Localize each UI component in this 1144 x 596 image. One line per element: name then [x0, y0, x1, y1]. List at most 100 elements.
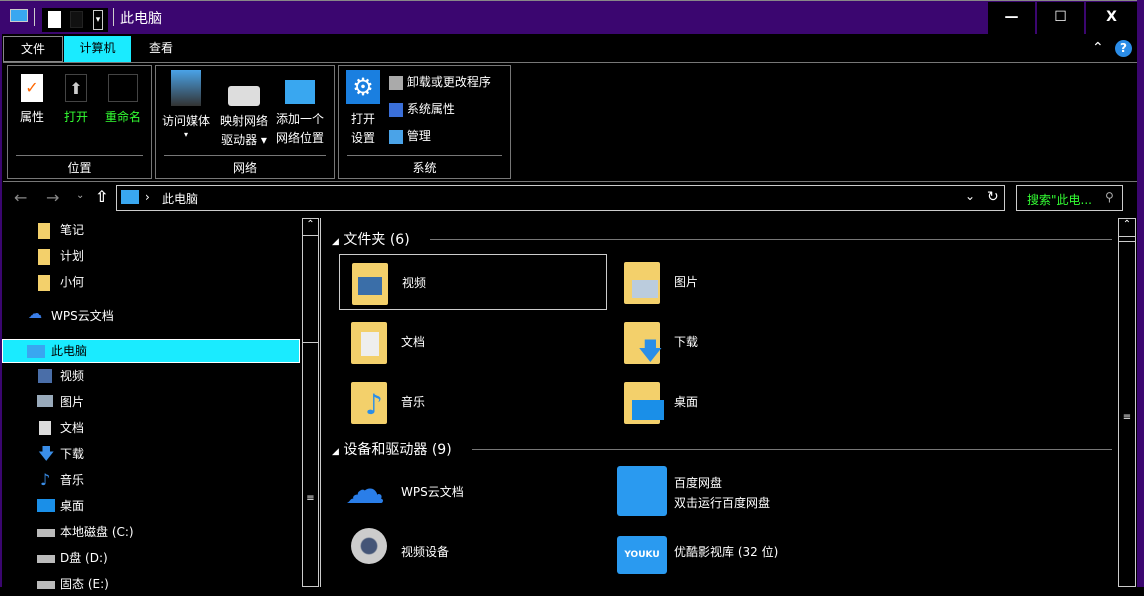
address-bar[interactable]: › 此电脑 ⌄ ↻: [116, 185, 1005, 211]
device-wps-cloud[interactable]: ☁ WPS云文档: [339, 464, 607, 520]
back-button[interactable]: ←: [14, 188, 27, 207]
nav-item[interactable]: D盘 (D:): [4, 546, 300, 570]
network-location-icon: [285, 80, 315, 104]
nav-item[interactable]: 🡇下载: [4, 442, 300, 466]
section-devices[interactable]: ◢ 设备和驱动器 (9): [332, 439, 1112, 459]
divider: [430, 239, 1112, 240]
label: 图片: [60, 390, 84, 414]
up-button[interactable]: ⇧: [95, 187, 108, 206]
label: 计划: [60, 244, 84, 268]
device-youku[interactable]: YOUKU优酷影视库 (32 位): [612, 524, 880, 580]
content-scrollbar[interactable]: ⌃ ≡: [1118, 218, 1136, 587]
add-network-location-button[interactable]: 添加一个网络位置: [272, 76, 328, 148]
folder-pictures[interactable]: 图片: [612, 254, 880, 310]
rename-button[interactable]: 重命名: [100, 74, 146, 127]
ribbon-group-system: ⚙打开设置 卸载或更改程序 系统属性 管理 系统: [338, 65, 511, 179]
recent-locations-icon[interactable]: ⌄: [76, 190, 84, 201]
folder-documents[interactable]: 文档: [339, 314, 607, 370]
computer-icon: [121, 190, 139, 204]
scroll-up-button[interactable]: ⌃: [1119, 219, 1135, 237]
search-icon: ⚲: [1105, 190, 1114, 204]
folder-video[interactable]: 视频: [339, 254, 607, 310]
downloads-folder-icon: 🡇: [624, 322, 660, 364]
section-folders[interactable]: ◢ 文件夹 (6): [332, 229, 1112, 249]
collapse-ribbon-icon[interactable]: ⌃: [1092, 40, 1104, 56]
label: 笔记: [60, 218, 84, 242]
maximize-button[interactable]: ☐: [1036, 2, 1084, 34]
manage-button[interactable]: 管理: [389, 127, 431, 146]
label: 添加一个: [276, 112, 324, 126]
music-folder-icon: ♪: [351, 382, 387, 424]
desktop-icon: [37, 499, 55, 512]
folder-downloads[interactable]: 🡇 下载: [612, 314, 880, 370]
device-video-camera[interactable]: 视频设备: [339, 524, 607, 580]
title-bar: [0, 0, 1144, 34]
folder-desktop[interactable]: 桌面: [612, 374, 880, 430]
nav-item[interactable]: 笔记: [4, 218, 300, 242]
label: 图片: [674, 273, 698, 290]
open-button[interactable]: ⬆打开: [58, 74, 94, 127]
cloud-icon: ☁: [345, 466, 385, 514]
nav-item[interactable]: 图片: [4, 390, 300, 414]
nav-item[interactable]: 视频: [4, 364, 300, 388]
nav-item-this-pc[interactable]: 此电脑: [2, 339, 300, 363]
open-settings-button[interactable]: ⚙打开设置: [343, 70, 383, 148]
label: 视频: [402, 274, 426, 291]
group-label: 位置: [16, 155, 143, 176]
minimize-button[interactable]: —: [987, 2, 1035, 34]
nav-scrollbar[interactable]: ⌃ ≡: [302, 218, 319, 587]
nav-item[interactable]: 固态 (E:): [4, 572, 300, 596]
computer-icon: [10, 9, 28, 22]
breadcrumb-this-pc[interactable]: 此电脑: [162, 190, 198, 207]
properties-icon: ✓: [21, 74, 43, 102]
system-properties-button[interactable]: 系统属性: [389, 100, 455, 119]
quick-access-toolbar: ▾: [42, 8, 108, 32]
scroll-up-button[interactable]: ⌃: [303, 219, 318, 236]
uninstall-icon: [389, 76, 403, 90]
address-dropdown-icon[interactable]: ⌄: [965, 189, 975, 203]
network-drive-icon: [228, 86, 260, 106]
label: 下载: [60, 442, 84, 466]
device-baidu-netdisk[interactable]: 百度网盘双击运行百度网盘: [612, 464, 880, 520]
gear-icon: ⚙: [346, 70, 380, 104]
nav-item[interactable]: 小何: [4, 270, 300, 294]
help-icon[interactable]: ?: [1115, 40, 1132, 57]
nav-item[interactable]: 计划: [4, 244, 300, 268]
label: 下载: [674, 333, 698, 350]
new-folder-icon[interactable]: [70, 11, 83, 28]
media-icon: [171, 70, 201, 106]
refresh-icon[interactable]: ↻: [987, 189, 999, 205]
properties-button[interactable]: ✓属性: [14, 74, 50, 127]
youku-icon: YOUKU: [617, 536, 667, 574]
close-button[interactable]: X: [1085, 2, 1137, 34]
section-header: 文件夹 (6): [343, 232, 409, 248]
webcam-icon: [351, 528, 387, 564]
pictures-icon: [37, 395, 53, 407]
label: 桌面: [674, 393, 698, 410]
cloud-icon: ☁: [28, 307, 42, 321]
tab-file[interactable]: 文件: [3, 36, 63, 62]
label: WPS云文档: [401, 483, 464, 500]
label: 管理: [407, 129, 431, 143]
nav-item[interactable]: 文档: [4, 416, 300, 440]
uninstall-button[interactable]: 卸载或更改程序: [389, 73, 491, 92]
nav-item[interactable]: ♪音乐: [4, 468, 300, 492]
scroll-thumb[interactable]: ≡: [1119, 241, 1135, 581]
search-input[interactable]: 搜索"此电... ⚲: [1016, 185, 1123, 211]
properties-icon[interactable]: [48, 11, 61, 28]
tab-view[interactable]: 查看: [135, 36, 187, 62]
scroll-thumb[interactable]: ≡: [303, 342, 318, 582]
customize-toolbar-icon[interactable]: ▾: [93, 10, 103, 30]
folder-music[interactable]: ♪音乐: [339, 374, 607, 430]
label: 小何: [60, 270, 84, 294]
access-media-button[interactable]: 访问媒体▾: [158, 70, 214, 139]
documents-icon: [39, 421, 51, 435]
nav-item[interactable]: 桌面: [4, 494, 300, 518]
nav-item[interactable]: 本地磁盘 (C:): [4, 520, 300, 544]
forward-button[interactable]: →: [46, 188, 59, 207]
nav-item[interactable]: ☁WPS云文档: [4, 304, 300, 328]
label: 映射网络: [220, 114, 268, 128]
tab-computer[interactable]: 计算机: [64, 36, 131, 62]
ribbon-group-network: 访问媒体▾ 映射网络驱动器 ▾ 添加一个网络位置 网络: [155, 65, 335, 179]
map-network-drive-button[interactable]: 映射网络驱动器 ▾: [216, 80, 272, 150]
